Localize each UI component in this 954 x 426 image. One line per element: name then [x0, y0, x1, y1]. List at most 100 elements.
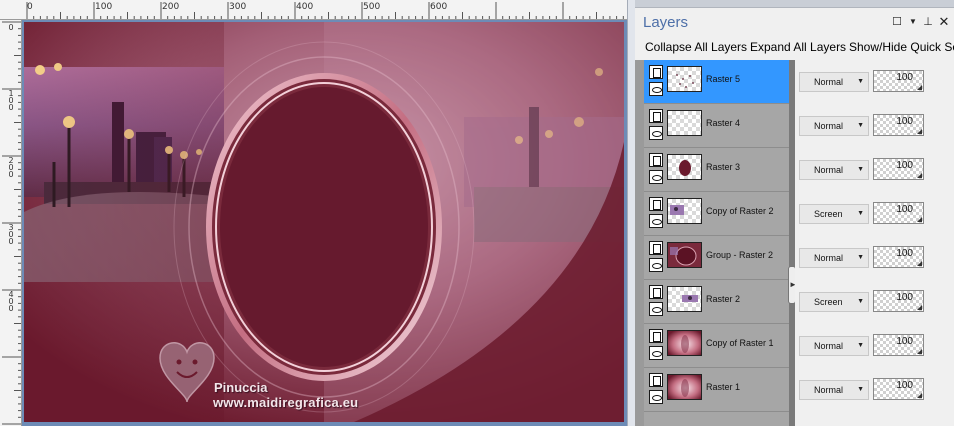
collapse-all-layers-button[interactable]: Collapse All Layers — [645, 40, 747, 54]
layer-thumbnail[interactable] — [667, 286, 702, 312]
layer-name[interactable]: Group - Raster 2 — [706, 250, 773, 260]
layer-icons — [649, 197, 664, 231]
layer-name[interactable]: Raster 1 — [706, 382, 740, 392]
layer-properties-row: Normal ▼ 100 — [795, 324, 954, 368]
blend-mode-dropdown[interactable]: Normal ▼ — [799, 380, 869, 400]
raster-layer-icon[interactable] — [649, 285, 663, 299]
layer-properties-row: Normal ▼ 100 — [795, 148, 954, 192]
blend-mode-dropdown[interactable]: Normal ▼ — [799, 160, 869, 180]
panel-separator[interactable] — [627, 0, 635, 426]
show-hide-quick-settings-button[interactable]: Show/Hide Quick Se — [849, 40, 954, 54]
opacity-field[interactable]: 100 — [873, 202, 924, 224]
opacity-value: 100 — [896, 204, 913, 215]
dropdown-icon[interactable]: ▼ — [907, 16, 919, 28]
opacity-slider-handle-icon[interactable] — [917, 393, 922, 398]
eye-visibility-icon[interactable] — [649, 214, 663, 228]
layer-name[interactable]: Raster 5 — [706, 74, 740, 84]
layer-name[interactable]: Raster 4 — [706, 118, 740, 128]
raster-layer-icon[interactable] — [649, 329, 663, 343]
ruler-label: 3 0 0 — [8, 223, 14, 246]
artwork-image — [24, 22, 624, 422]
watermark-url: www.maidiregrafica.eu — [213, 395, 359, 410]
eye-visibility-icon[interactable] — [649, 390, 663, 404]
blend-mode-dropdown[interactable]: Screen ▼ — [799, 292, 869, 312]
opacity-field[interactable]: 100 — [873, 290, 924, 312]
opacity-slider-handle-icon[interactable] — [917, 305, 922, 310]
blend-mode-dropdown[interactable]: Normal ▼ — [799, 336, 869, 356]
layer-row[interactable]: Raster 4 — [644, 104, 789, 148]
opacity-value: 100 — [896, 292, 913, 303]
layer-thumbnail[interactable] — [667, 154, 702, 180]
opacity-field[interactable]: 100 — [873, 114, 924, 136]
layer-name[interactable]: Copy of Raster 2 — [706, 206, 774, 216]
opacity-slider-handle-icon[interactable] — [917, 349, 922, 354]
eye-visibility-icon[interactable] — [649, 170, 663, 184]
opacity-slider-handle-icon[interactable] — [917, 129, 922, 134]
raster-layer-icon[interactable] — [649, 65, 663, 79]
eye-visibility-icon[interactable] — [649, 302, 663, 316]
blend-mode-dropdown[interactable]: Normal ▼ — [799, 248, 869, 268]
opacity-field[interactable]: 100 — [873, 378, 924, 400]
raster-layer-icon[interactable] — [649, 153, 663, 167]
palette-titlebar: Layers ☐ ▼ ⊥ ✕ — [635, 10, 954, 36]
blend-mode-value: Normal — [814, 385, 844, 395]
opacity-slider-handle-icon[interactable] — [917, 217, 922, 222]
layer-row[interactable]: Raster 3 — [644, 148, 789, 192]
layer-thumbnail[interactable] — [667, 330, 702, 356]
layer-icons — [649, 65, 664, 99]
layer-name[interactable]: Copy of Raster 1 — [706, 338, 774, 348]
eye-visibility-icon[interactable] — [649, 258, 663, 272]
blend-mode-dropdown[interactable]: Screen ▼ — [799, 204, 869, 224]
image-canvas[interactable]: Pinuccia www.maidiregrafica.eu — [24, 22, 624, 422]
layer-properties-row: Normal ▼ 100 — [795, 368, 954, 412]
ruler-label: 1 0 0 — [8, 89, 14, 112]
eye-visibility-icon[interactable] — [649, 346, 663, 360]
maximize-icon[interactable]: ☐ — [891, 16, 903, 28]
layer-name[interactable]: Raster 2 — [706, 294, 740, 304]
expand-all-layers-button[interactable]: Expand All Layers — [750, 40, 846, 54]
layer-icons — [649, 285, 664, 319]
opacity-value: 100 — [896, 336, 913, 347]
layer-row[interactable]: Raster 1 — [644, 368, 789, 412]
horizontal-ruler: 0 100 200 300 400 500 600 — [0, 0, 627, 20]
layer-row[interactable]: Raster 2 — [644, 280, 789, 324]
ruler-label: 2 0 0 — [8, 156, 14, 179]
opacity-slider-handle-icon[interactable] — [917, 261, 922, 266]
layer-row[interactable]: Copy of Raster 1 — [644, 324, 789, 368]
opacity-field[interactable]: 100 — [873, 246, 924, 268]
layer-thumbnail[interactable] — [667, 198, 702, 224]
layer-names-column: Raster 5 Raster 4 Raster 3 Copy of Raster 2… — [644, 60, 789, 426]
layer-thumbnail[interactable] — [667, 66, 702, 92]
layer-name[interactable]: Raster 3 — [706, 162, 740, 172]
layer-row[interactable]: Raster 5 — [644, 60, 789, 104]
pin-icon[interactable]: ⊥ — [922, 16, 934, 28]
eye-visibility-icon[interactable] — [649, 82, 663, 96]
opacity-slider-handle-icon[interactable] — [917, 173, 922, 178]
opacity-field[interactable]: 100 — [873, 334, 924, 356]
layer-thumbnail[interactable] — [667, 374, 702, 400]
chevron-down-icon: ▼ — [857, 122, 864, 129]
blend-mode-dropdown[interactable]: Normal ▼ — [799, 116, 869, 136]
raster-layer-icon[interactable] — [649, 373, 663, 387]
chevron-down-icon: ▼ — [857, 254, 864, 261]
raster-layer-icon[interactable] — [649, 109, 663, 123]
layer-thumbnail[interactable] — [667, 110, 702, 136]
layer-icons — [649, 153, 664, 187]
vertical-ruler: 0 1 0 0 2 0 0 3 0 0 4 0 0 — [0, 20, 22, 426]
chevron-down-icon: ▼ — [857, 386, 864, 393]
chevron-down-icon: ▼ — [857, 298, 864, 305]
layer-row[interactable]: Copy of Raster 2 — [644, 192, 789, 236]
opacity-field[interactable]: 100 — [873, 158, 924, 180]
blend-mode-dropdown[interactable]: Normal ▼ — [799, 72, 869, 92]
layer-properties-row: Normal ▼ 100 — [795, 236, 954, 280]
app-window: 0 100 200 300 400 500 600 0 1 0 0 2 0 0 … — [0, 0, 954, 426]
raster-layer-icon[interactable] — [649, 241, 663, 255]
ruler-label: 0 — [27, 2, 33, 12]
eye-visibility-icon[interactable] — [649, 126, 663, 140]
opacity-slider-handle-icon[interactable] — [917, 85, 922, 90]
layer-row[interactable]: Group - Raster 2 — [644, 236, 789, 280]
raster-layer-icon[interactable] — [649, 197, 663, 211]
layer-thumbnail[interactable] — [667, 242, 702, 268]
opacity-field[interactable]: 100 — [873, 70, 924, 92]
close-icon[interactable]: ✕ — [938, 15, 950, 28]
